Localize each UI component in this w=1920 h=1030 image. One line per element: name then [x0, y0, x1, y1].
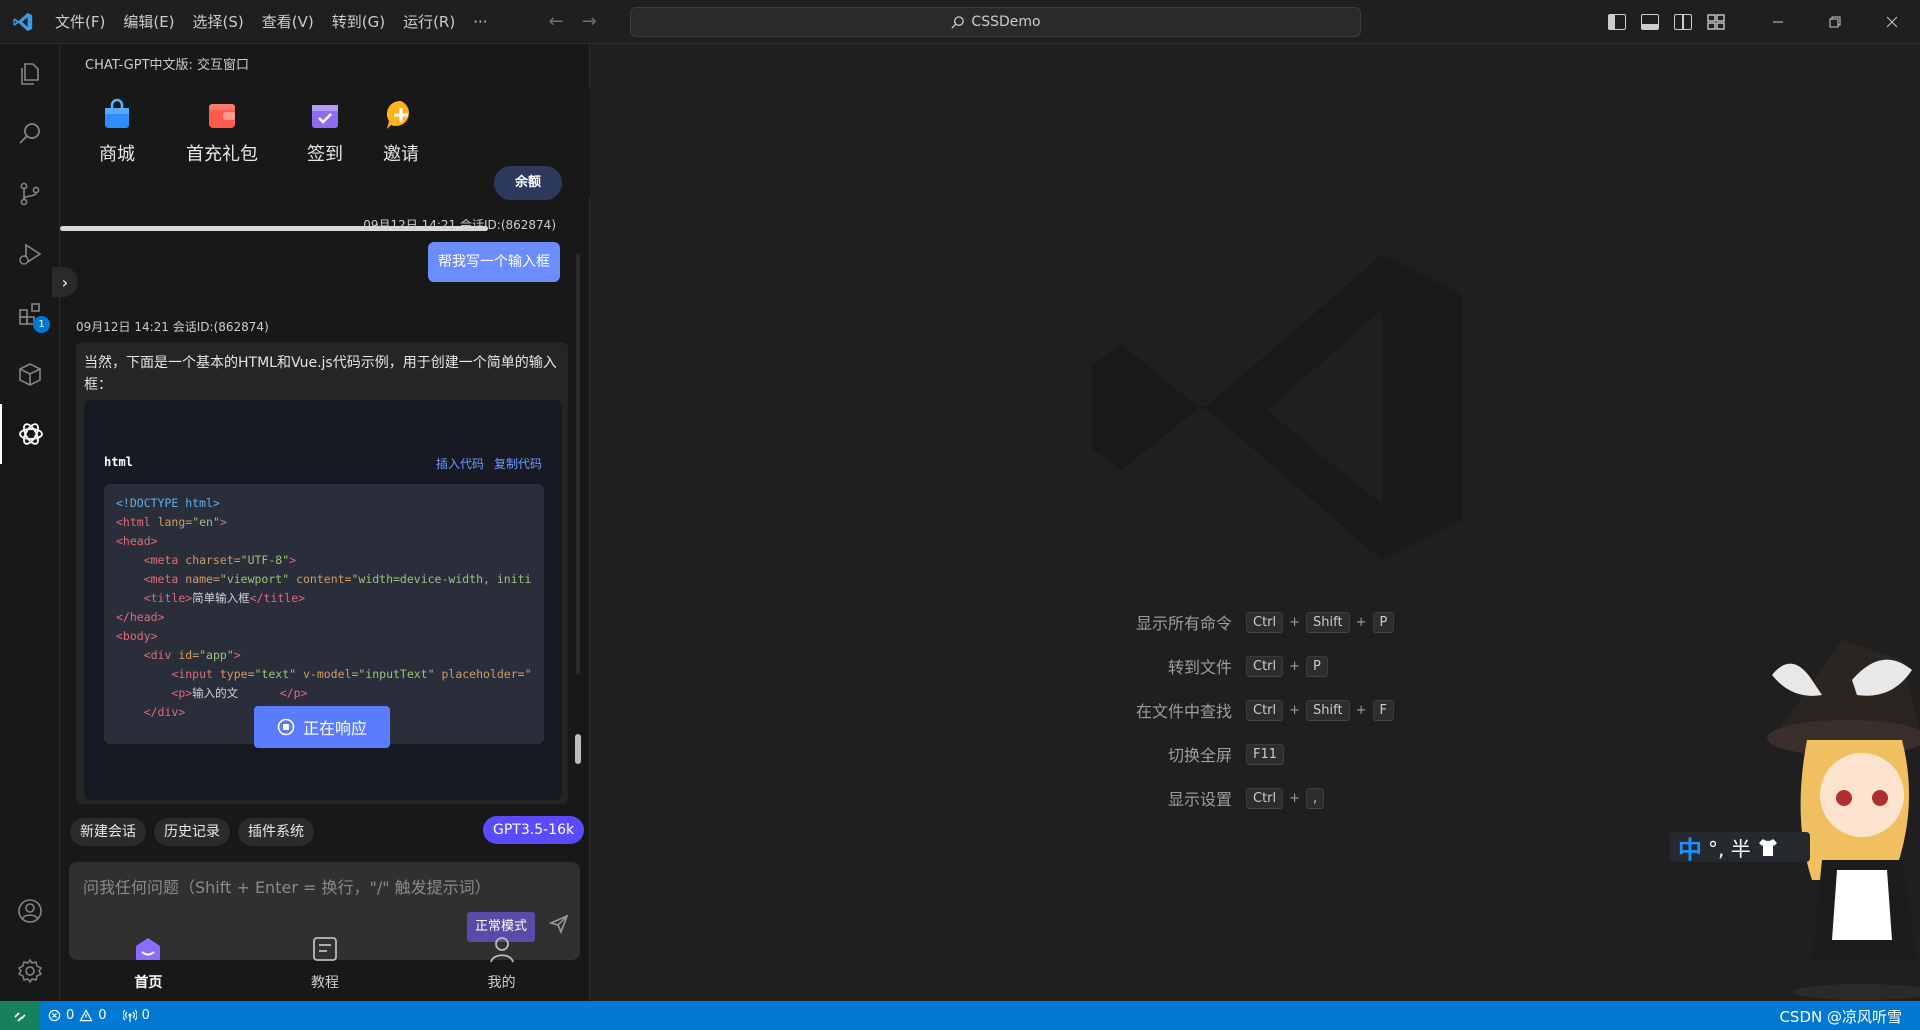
warning-icon — [79, 1009, 93, 1022]
anime-mascot-image — [1752, 620, 1920, 1001]
problems-indicator[interactable]: 0 0 — [40, 1008, 115, 1023]
stop-circle-icon — [277, 718, 295, 736]
customize-layout-icon[interactable] — [1707, 14, 1725, 30]
broadcast-icon — [122, 1009, 137, 1022]
ports-indicator[interactable]: 0 — [115, 1008, 158, 1023]
chat-scrollbar-track[interactable] — [576, 254, 580, 674]
extensions-badge: 1 — [33, 316, 50, 333]
new-session-button[interactable]: 新建会话 — [70, 818, 146, 846]
quick-shop[interactable]: 商城 — [72, 98, 162, 166]
activity-bar: 1 — [0, 44, 60, 1001]
user-message-meta: 09月12日 14:21 会话ID:(862874) — [363, 218, 556, 232]
toggle-secondary-sidebar-icon[interactable] — [1674, 14, 1692, 30]
search-view-icon[interactable] — [0, 104, 60, 164]
skin-shirt-icon — [1758, 839, 1777, 856]
insert-code-link[interactable]: 插入代码 — [436, 455, 484, 472]
wallet-icon — [205, 98, 239, 132]
run-debug-icon[interactable] — [0, 224, 60, 284]
command-center-search[interactable]: CSSDemo — [630, 7, 1361, 37]
accounts-icon[interactable] — [0, 881, 60, 941]
nav-tutorial[interactable]: 教程 — [285, 934, 365, 992]
search-text: CSSDemo — [971, 14, 1041, 30]
error-count: 0 — [66, 1008, 75, 1023]
package-icon[interactable] — [0, 344, 60, 404]
error-icon — [48, 1009, 61, 1022]
bot-message-meta: 09月12日 14:21 会话ID:(862874) — [76, 320, 269, 334]
shopping-bag-icon — [100, 98, 134, 132]
settings-gear-icon[interactable] — [0, 941, 60, 1001]
restore-button[interactable] — [1806, 0, 1863, 44]
ime-status-text: °, 半 — [1708, 836, 1751, 861]
title-right-controls — [1608, 0, 1920, 44]
menu-view[interactable]: 查看(V) — [253, 0, 323, 44]
explorer-icon[interactable] — [0, 44, 60, 104]
code-actions: 插入代码 复制代码 — [436, 455, 542, 472]
vscode-logo-icon — [0, 0, 46, 44]
shortcut-go-to-file: 转到文件 Ctrl + P — [1111, 644, 1394, 688]
panel-title: CHAT-GPT中文版: 交互窗口 — [85, 58, 250, 73]
shortcut-find-in-files: 在文件中查找 Ctrl + Shift + F — [1111, 688, 1394, 732]
menu-bar: 文件(F) 编辑(E) 选择(S) 查看(V) 转到(G) 运行(R) ··· — [46, 0, 497, 44]
code-content: <!DOCTYPE html> <html lang="en"> <head> … — [104, 484, 544, 744]
ime-chinese-mode: 中 — [1678, 835, 1702, 864]
nav-arrows: ← → — [549, 11, 597, 32]
search-icon — [951, 15, 965, 29]
document-icon — [313, 937, 337, 961]
nav-home[interactable]: 首页 — [108, 934, 188, 992]
ime-indicator[interactable]: 中 °, 半 — [1670, 832, 1810, 864]
chat-tools: 新建会话 历史记录 插件系统 — [70, 818, 314, 846]
menu-run[interactable]: 运行(R) — [394, 0, 464, 44]
responding-button[interactable]: 正在响应 — [254, 706, 390, 748]
history-button[interactable]: 历史记录 — [154, 818, 230, 846]
quick-actions-bar: 商城 首充礼包 签到 邀请 余额 — [60, 88, 590, 231]
close-button[interactable] — [1863, 0, 1920, 44]
back-arrow-icon[interactable]: ← — [549, 11, 564, 32]
invite-bubble-icon — [384, 98, 418, 132]
chatgpt-icon[interactable] — [0, 404, 60, 464]
layout-controls — [1608, 14, 1725, 30]
title-bar: 文件(F) 编辑(E) 选择(S) 查看(V) 转到(G) 运行(R) ··· … — [0, 0, 1920, 44]
toggle-primary-sidebar-icon[interactable] — [1608, 14, 1626, 30]
forward-arrow-icon[interactable]: → — [582, 11, 597, 32]
user-message-bubble: 帮我写一个输入框 — [428, 242, 560, 282]
code-header: html 插入代码 复制代码 — [104, 455, 542, 472]
menu-selection[interactable]: 选择(S) — [184, 0, 253, 44]
nav-profile[interactable]: 我的 — [462, 934, 542, 992]
user-icon — [489, 937, 514, 963]
bot-answer-text: 当然，下面是一个基本的HTML和Vue.js代码示例，用于创建一个简单的输入框： — [84, 355, 557, 393]
shortcut-show-settings: 显示设置 Ctrl + , — [1111, 776, 1394, 820]
copy-code-link[interactable]: 复制代码 — [494, 455, 542, 472]
source-control-icon[interactable] — [0, 164, 60, 224]
calendar-check-icon — [308, 98, 342, 132]
warning-count: 0 — [98, 1008, 107, 1023]
bottom-navigation: 首页 教程 我的 — [60, 925, 590, 1001]
csdn-watermark: CSDN @凉风听雪 — [1779, 1008, 1902, 1026]
prompt-input[interactable]: 问我任何问题（Shift + Enter = 换行，"/" 触发提示词） — [83, 874, 491, 898]
ports-count: 0 — [141, 1008, 150, 1023]
chat-scrollbar-thumb[interactable] — [575, 734, 581, 764]
plugins-button[interactable]: 插件系统 — [238, 818, 314, 846]
shortcut-toggle-fullscreen: 切换全屏 F11 — [1111, 732, 1394, 776]
menu-edit[interactable]: 编辑(E) — [114, 0, 183, 44]
home-icon — [136, 938, 161, 960]
menu-go[interactable]: 转到(G) — [323, 0, 394, 44]
minimize-button[interactable] — [1749, 0, 1806, 44]
balance-button[interactable]: 余额 — [494, 166, 562, 200]
menu-more[interactable]: ··· — [464, 0, 496, 44]
shortcut-show-commands: 显示所有命令 Ctrl + Shift + P — [1111, 600, 1395, 644]
code-language: html — [104, 455, 133, 469]
menu-file[interactable]: 文件(F) — [46, 0, 114, 44]
vscode-window: 文件(F) 编辑(E) 选择(S) 查看(V) 转到(G) 运行(R) ··· … — [0, 0, 1920, 1030]
extensions-icon[interactable]: 1 — [0, 284, 60, 344]
model-selector[interactable]: GPT3.5-16k — [483, 816, 585, 844]
vscode-watermark-logo — [1082, 220, 1462, 599]
quick-first-recharge[interactable]: 首充礼包 — [177, 98, 267, 166]
quick-invite[interactable]: 邀请 — [356, 98, 446, 166]
toggle-panel-icon[interactable] — [1641, 14, 1659, 30]
responding-label: 正在响应 — [302, 719, 367, 738]
remote-indicator-icon[interactable] — [0, 1001, 40, 1030]
status-bar: 0 0 0 CSDN @凉风听雪 — [0, 1001, 1920, 1030]
chatgpt-side-panel: CHAT-GPT中文版: 交互窗口 商城 首充礼包 签到 邀请 余额 09月12… — [60, 44, 590, 1001]
shortcut-hints: 显示所有命令 Ctrl + Shift + P 转到文件 Ctrl + P 在文件中查… — [1111, 600, 1395, 820]
